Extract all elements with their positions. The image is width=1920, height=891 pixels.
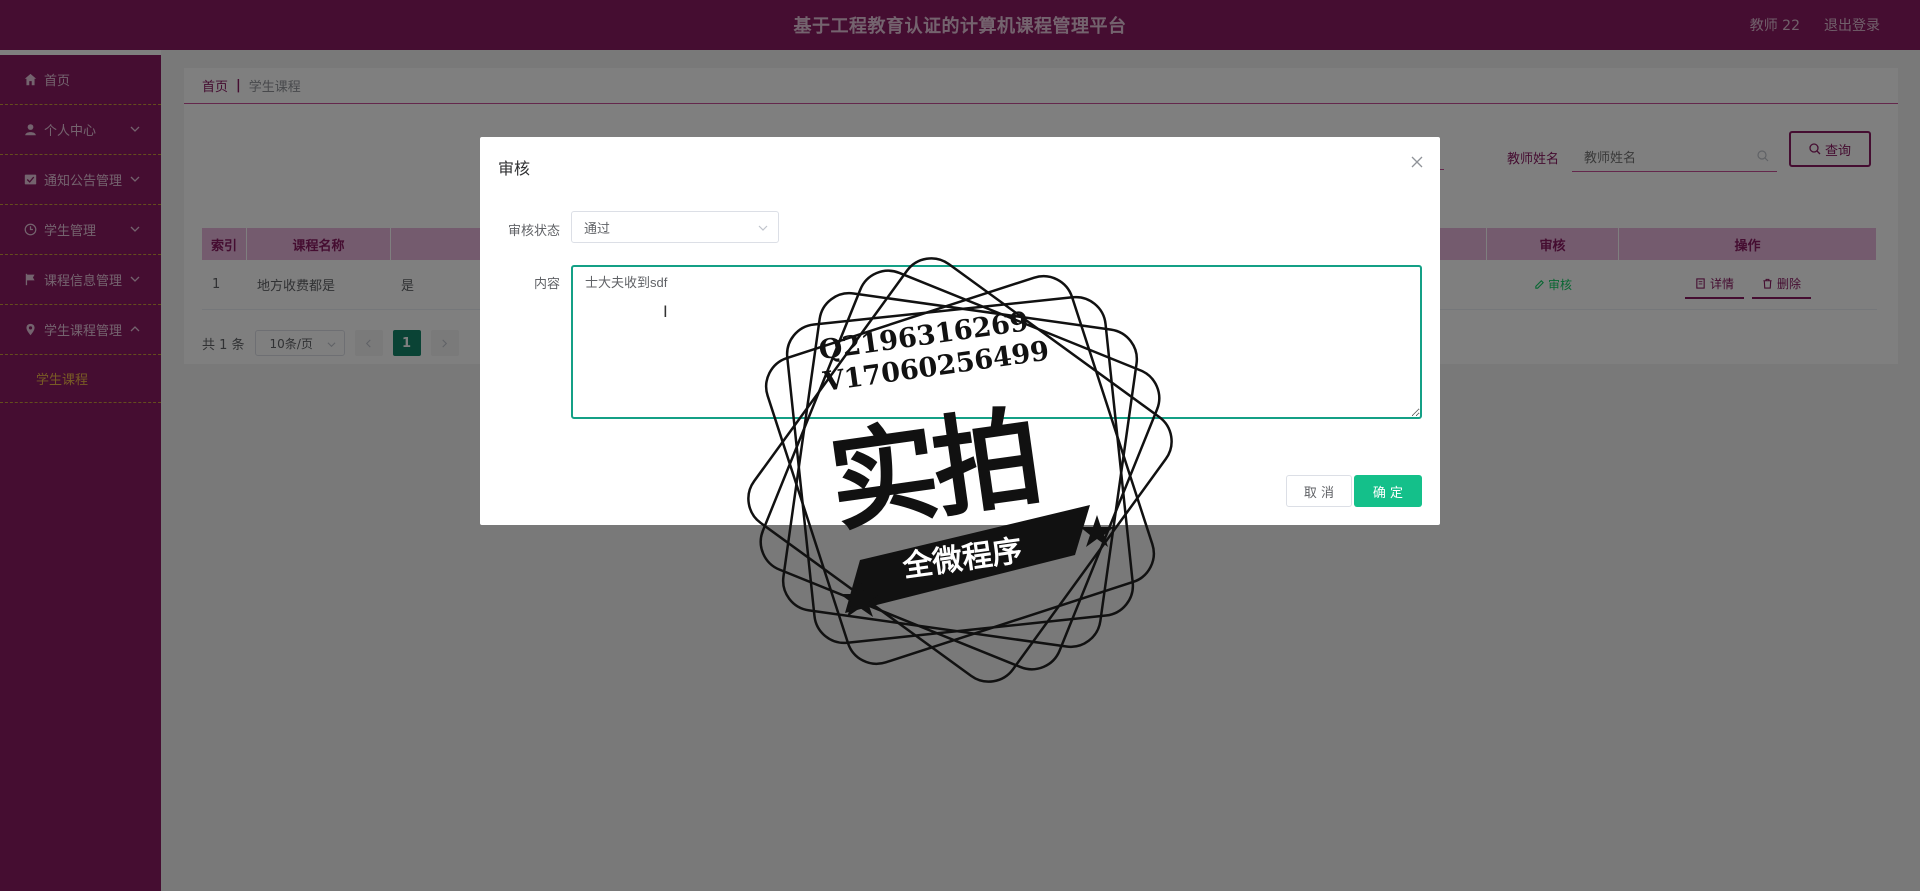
chevron-down-icon bbox=[758, 225, 768, 231]
audit-status-value: 通过 bbox=[584, 221, 611, 237]
dialog-title: 审核 bbox=[498, 159, 531, 178]
close-icon[interactable] bbox=[1410, 155, 1424, 169]
content-label: 内容 bbox=[533, 277, 560, 292]
audit-status-label: 审核状态 bbox=[507, 224, 560, 239]
text-cursor-icon: I bbox=[663, 302, 668, 321]
stamp-text-group: Q2196316269 V17060256499 实拍 全微程序 bbox=[717, 227, 1203, 713]
confirm-button[interactable]: 确 定 bbox=[1354, 475, 1422, 507]
watermark-stamp: Q2196316269 V17060256499 实拍 全微程序 bbox=[745, 255, 1175, 685]
cancel-button[interactable]: 取 消 bbox=[1286, 475, 1352, 507]
audit-status-select[interactable]: 通过 bbox=[571, 211, 779, 243]
